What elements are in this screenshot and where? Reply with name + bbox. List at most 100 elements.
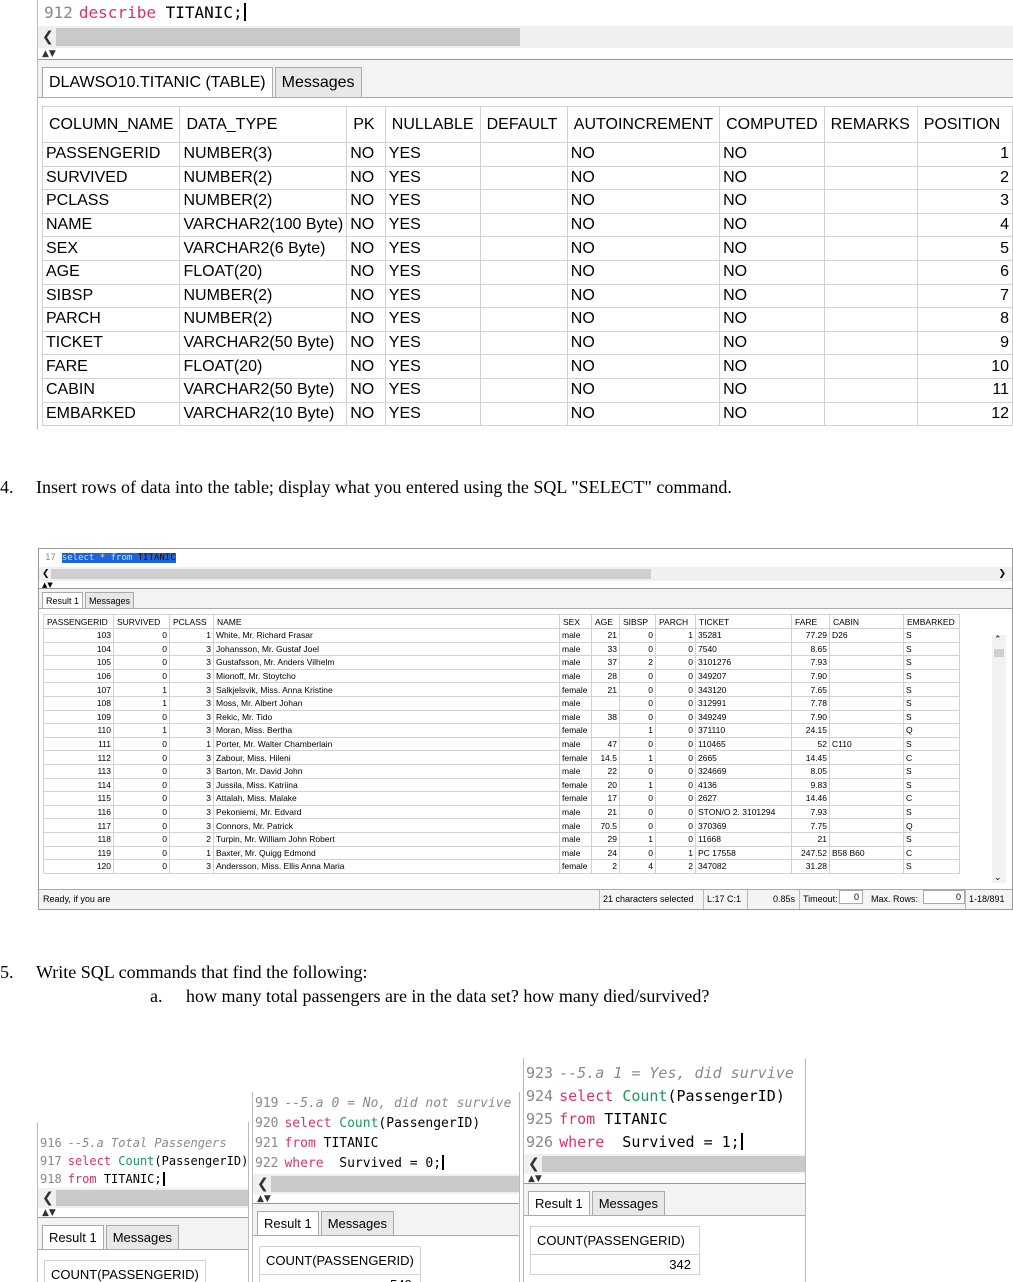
table-row[interactable]: 107 1 3 Salkjelsvik, Miss. Anna Kristine fem… xyxy=(43,682,960,697)
tab-table[interactable]: DLAWSO10.TITANIC (TABLE) xyxy=(42,67,273,97)
tab-result-1[interactable]: Result 1 xyxy=(42,1225,104,1249)
column-header[interactable]: COUNT(PASSENGERID) xyxy=(530,1226,700,1255)
table-row[interactable]: 113 0 3 Barton, Mr. David John male 22 0 0 32466… xyxy=(43,763,960,779)
tab-result-1[interactable]: Result 1 xyxy=(42,592,84,608)
table-row[interactable]: 342 xyxy=(530,1254,700,1275)
grid-vertical-scrollbar[interactable]: ⌃ ⌄ xyxy=(992,635,1006,883)
table-row[interactable]: EMBARKED VARCHAR2(10 Byte) NO YES NO NO 12 xyxy=(41,401,1013,427)
splitter-handle[interactable]: ▲▼ xyxy=(38,48,1013,60)
table-row[interactable]: 106 0 3 Mionoff, Mr. Stoytcho male 28 0 0 349207… xyxy=(43,668,960,684)
table-row[interactable]: FARE FLOAT(20) NO YES NO NO 10 xyxy=(41,354,1013,379)
table-row[interactable]: PCLASS NUMBER(2) NO YES NO NO 3 xyxy=(41,189,1013,214)
column-header[interactable]: COUNT(PASSENGERID) xyxy=(44,1260,206,1282)
column-header[interactable]: AUTOINCREMENT xyxy=(566,106,721,143)
table-row[interactable]: CABIN VARCHAR2(50 Byte) NO YES NO NO 11 xyxy=(41,377,1013,403)
sql-editor-line[interactable]: 17 select * from TITANIC xyxy=(39,549,1012,567)
scrollbar-thumb[interactable] xyxy=(271,1176,519,1192)
column-header[interactable]: AGE xyxy=(591,614,620,629)
sql-editor[interactable]: 916 --5.a Total Passengers 917 select Count… xyxy=(38,1122,248,1188)
table-row[interactable]: 118 0 2 Turpin, Mr. William John Robert male… xyxy=(43,831,960,847)
scroll-left-icon[interactable]: ❮ xyxy=(42,1188,54,1208)
editor-horizontal-scrollbar[interactable]: ❮ xyxy=(524,1154,805,1174)
table-row[interactable]: SEX VARCHAR2(6 Byte) NO YES NO NO 5 xyxy=(41,236,1013,261)
table-row[interactable]: 119 0 1 Baxter, Mr. Quigg Edmond male 24 0 1 PC … xyxy=(43,845,960,861)
scroll-left-icon[interactable]: ❮ xyxy=(528,1154,540,1174)
scroll-down-icon[interactable]: ⌄ xyxy=(994,873,1002,883)
column-header[interactable]: SEX xyxy=(559,614,592,629)
tab-messages[interactable]: Messages xyxy=(105,1225,179,1249)
column-header[interactable]: PK xyxy=(346,106,386,143)
column-header[interactable]: DATA_TYPE xyxy=(179,106,348,143)
scroll-right-icon[interactable]: ❯ xyxy=(998,567,1006,581)
column-header[interactable]: NAME xyxy=(213,614,560,629)
scrollbar-thumb[interactable] xyxy=(51,569,651,579)
sql-editor-line[interactable]: 917 select Count(PassengerID) xyxy=(38,1152,248,1170)
scroll-left-icon[interactable]: ❮ xyxy=(42,567,50,581)
table-row[interactable]: 112 0 3 Zabour, Miss. Hileni female 14.5 1 0 266… xyxy=(43,750,960,765)
sql-editor-line[interactable]: 925 from TITANIC xyxy=(524,1108,805,1131)
table-row[interactable]: 105 0 3 Gustafsson, Mr. Anders Vilhelm male 3… xyxy=(43,655,960,670)
tab-messages[interactable]: Messages xyxy=(274,67,362,97)
column-header[interactable]: FARE xyxy=(791,614,830,629)
table-row[interactable]: 111 0 1 Porter, Mr. Walter Chamberlain male 4… xyxy=(43,736,960,752)
splitter-handle[interactable]: ▲▼ xyxy=(39,581,1012,589)
table-row[interactable]: 115 0 3 Attalah, Miss. Malake female 17 0 0 2627… xyxy=(43,791,960,806)
table-row[interactable]: PASSENGERID NUMBER(3) NO YES NO NO 1 xyxy=(41,142,1013,167)
table-row[interactable]: 117 0 3 Connors, Mr. Patrick male 70.5 0 0 37036… xyxy=(43,818,960,833)
column-header[interactable]: CABIN xyxy=(829,614,904,629)
column-header[interactable]: EMBARKED xyxy=(903,614,960,629)
scroll-up-icon[interactable]: ⌃ xyxy=(994,635,1002,645)
table-row[interactable]: 109 0 3 Rekic, Mr. Tido male 38 0 0 349249 7.90 S xyxy=(43,709,960,725)
sql-editor-line[interactable]: 926 where Survived = 1; xyxy=(524,1131,805,1154)
splitter-handle[interactable]: ▲▼ xyxy=(524,1174,805,1184)
sql-editor-line[interactable]: 921 from TITANIC xyxy=(253,1134,519,1154)
tab-messages[interactable]: Messages xyxy=(320,1211,394,1235)
sql-editor[interactable]: 919 --5.a 0 = No, did not survive 920 selec… xyxy=(253,1092,519,1174)
tab-messages[interactable]: Messages xyxy=(85,592,135,608)
column-header[interactable]: COMPUTED xyxy=(719,106,825,143)
column-header[interactable]: COLUMN_NAME xyxy=(41,106,181,143)
table-row[interactable]: 120 0 3 Andersson, Miss. Ellis Anna Maria fe… xyxy=(43,859,960,874)
table-row[interactable]: 114 0 3 Jussila, Miss. Katriina female 20 1 0 41… xyxy=(43,777,960,793)
sql-editor-line[interactable]: 916 --5.a Total Passengers xyxy=(38,1134,248,1152)
table-row[interactable]: 116 0 3 Pekoniemi, Mr. Edvard male 21 0 0 STON/O… xyxy=(43,804,960,820)
table-row[interactable]: 103 0 1 White, Mr. Richard Frasar male 21 0 1 35… xyxy=(43,628,960,643)
editor-horizontal-scrollbar[interactable]: ❮ xyxy=(38,1188,248,1208)
table-row[interactable]: 108 1 3 Moss, Mr. Albert Johan male 0 0 312991 7… xyxy=(43,695,960,711)
scrollbar-thumb[interactable] xyxy=(542,1156,805,1172)
sql-editor-line[interactable]: 922 where Survived = 0; xyxy=(253,1154,519,1174)
tab-messages[interactable]: Messages xyxy=(591,1191,665,1215)
max-rows-input[interactable]: 0 xyxy=(923,890,965,904)
timeout-input[interactable]: 0 xyxy=(839,890,863,904)
splitter-handle[interactable]: ▲▼ xyxy=(38,1208,248,1218)
table-row[interactable]: 110 1 3 Moran, Miss. Bertha female 1 0 371110 24… xyxy=(43,723,960,738)
sql-editor-line[interactable]: 924 select Count(PassengerID) xyxy=(524,1085,805,1108)
scroll-left-icon[interactable]: ❮ xyxy=(42,26,54,48)
table-row[interactable]: SIBSP NUMBER(2) NO YES NO NO 7 xyxy=(41,283,1013,309)
tab-result-1[interactable]: Result 1 xyxy=(528,1191,590,1215)
table-row[interactable]: NAME VARCHAR2(100 Byte) NO YES NO NO 4 xyxy=(41,212,1013,238)
column-header[interactable]: TICKET xyxy=(695,614,792,629)
scrollbar-thumb[interactable] xyxy=(56,1190,248,1206)
editor-horizontal-scrollbar[interactable]: ❮ xyxy=(38,26,1013,48)
sql-editor-line[interactable]: 912 describe TITANIC; xyxy=(38,0,1013,26)
sql-editor-line[interactable]: 923 --5.a 1 = Yes, did survive xyxy=(524,1062,805,1085)
sql-editor-line[interactable]: 920 select Count(PassengerID) xyxy=(253,1114,519,1134)
column-header[interactable]: POSITION xyxy=(916,106,1013,143)
editor-horizontal-scrollbar[interactable]: ❮ xyxy=(253,1174,519,1194)
table-row[interactable]: TICKET VARCHAR2(50 Byte) NO YES NO NO 9 xyxy=(41,330,1013,356)
column-header[interactable]: PASSENGERID xyxy=(43,614,114,629)
sql-editor-line[interactable]: 919 --5.a 0 = No, did not survive xyxy=(253,1094,519,1114)
column-header[interactable]: PARCH xyxy=(655,614,696,629)
scrollbar-thumb[interactable] xyxy=(56,28,520,46)
table-row[interactable]: AGE FLOAT(20) NO YES NO NO 6 xyxy=(41,259,1013,285)
column-header[interactable]: PCLASS xyxy=(169,614,214,629)
column-header[interactable]: REMARKS xyxy=(823,106,918,143)
column-header[interactable]: NULLABLE xyxy=(384,106,481,143)
editor-horizontal-scrollbar[interactable]: ❮ ❯ xyxy=(39,567,1012,581)
table-row[interactable]: 549 xyxy=(259,1274,421,1282)
column-header[interactable]: SIBSP xyxy=(619,614,656,629)
sql-editor-line[interactable]: 918 from TITANIC; xyxy=(38,1170,248,1188)
sql-editor[interactable]: 923 --5.a 1 = Yes, did survive 924 select C… xyxy=(524,1058,805,1154)
table-row[interactable]: SURVIVED NUMBER(2) NO YES NO NO 2 xyxy=(41,165,1013,191)
